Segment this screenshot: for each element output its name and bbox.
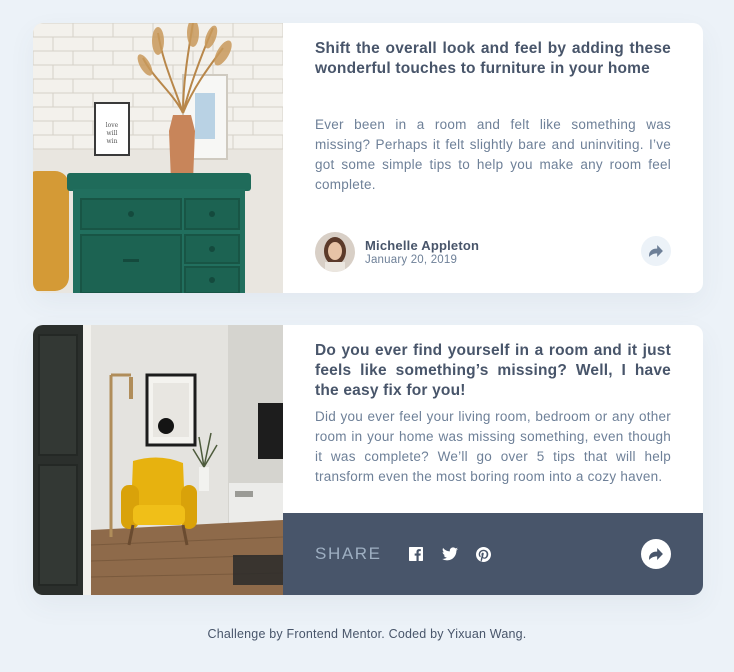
card-2-title: Do you ever find yourself in a room and … <box>315 342 671 399</box>
card-1-body: Shift the overall look and feel by addin… <box>283 23 703 293</box>
frontend-mentor-link[interactable]: Frontend Mentor <box>287 627 382 641</box>
avatar <box>315 232 355 272</box>
author-link[interactable]: Yixuan Wang <box>447 627 523 641</box>
author-info: Michelle Appleton January 20, 2019 <box>365 238 479 267</box>
facebook-icon[interactable] <box>408 546 424 562</box>
svg-text:win: win <box>107 138 118 145</box>
share-button[interactable] <box>641 236 671 266</box>
pinterest-icon[interactable] <box>476 546 492 562</box>
author-name: Michelle Appleton <box>365 237 480 253</box>
svg-text:love: love <box>106 122 119 129</box>
share-button[interactable] <box>641 539 671 569</box>
article-card-2: Do you ever find yourself in a room and … <box>33 325 703 595</box>
card-2-body: Do you ever find yourself in a room and … <box>283 325 703 595</box>
post-date: January 20, 2019 <box>365 253 458 266</box>
share-bar: SHARE <box>283 513 703 595</box>
footer-prefix: Challenge by <box>207 627 287 641</box>
living-room-image <box>33 325 283 595</box>
share-arrow-icon <box>649 245 663 257</box>
footer-middle: . Coded by <box>381 627 448 641</box>
share-arrow-icon <box>649 548 663 560</box>
author: Michelle Appleton January 20, 2019 <box>315 232 479 272</box>
twitter-icon[interactable] <box>441 546 458 562</box>
attribution-footer: Challenge by Frontend Mentor. Coded by Y… <box>0 627 734 641</box>
svg-text:will: will <box>107 130 118 137</box>
card-1-title: Shift the overall look and feel by addin… <box>315 40 671 77</box>
share-label: SHARE <box>315 544 382 563</box>
footer-suffix: . <box>522 627 527 641</box>
card-1-description: Ever been in a room and felt like someth… <box>315 117 671 192</box>
card-2-description: Did you ever feel your living room, bedr… <box>315 409 671 484</box>
article-card-1: love will win Shift the overall look and… <box>33 23 703 293</box>
drawers-image: love will win <box>33 23 283 293</box>
